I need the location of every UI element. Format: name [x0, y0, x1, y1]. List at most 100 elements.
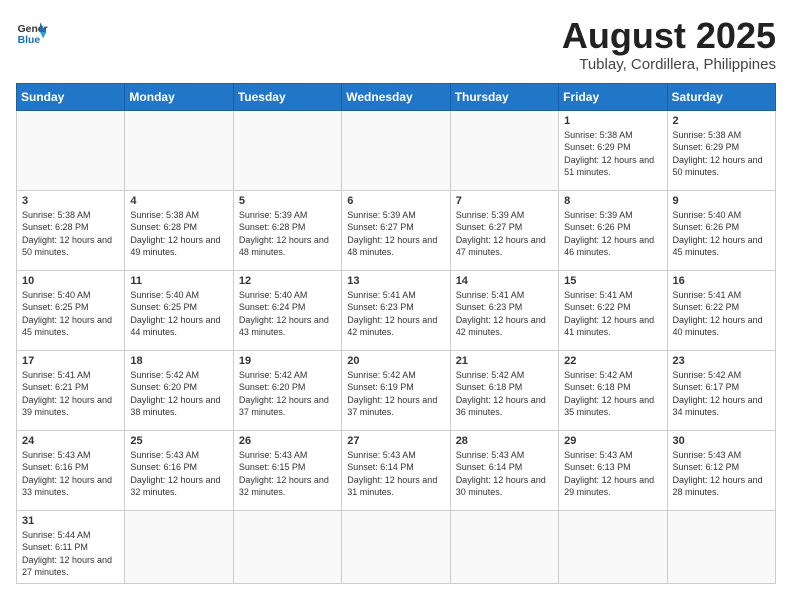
calendar-cell: 2Sunrise: 5:38 AM Sunset: 6:29 PM Daylig…: [667, 110, 775, 190]
day-number: 12: [239, 275, 336, 287]
day-info: Sunrise: 5:39 AM Sunset: 6:27 PM Dayligh…: [347, 209, 444, 259]
calendar-cell: 30 Sunrise: 5:43 AM Sunset: 6:12 PM Dayli…: [667, 430, 775, 510]
day-info: Sunrise: 5:43 AM Sunset: 6:16 PM Dayligh…: [130, 449, 227, 499]
weekday-header: Friday: [559, 83, 667, 110]
calendar-week-row: 17Sunrise: 5:41 AM Sunset: 6:21 PM Dayli…: [17, 350, 776, 430]
calendar-cell: 17Sunrise: 5:41 AM Sunset: 6:21 PM Dayli…: [17, 350, 125, 430]
day-number: 11: [130, 275, 227, 287]
day-number: 28: [456, 435, 553, 447]
day-info: Sunrise: 5:38 AM Sunset: 6:28 PM Dayligh…: [22, 209, 119, 259]
weekday-header: Monday: [125, 83, 233, 110]
day-info: Sunrise: 5:43 AM Sunset: 6:13 PM Dayligh…: [564, 449, 661, 499]
calendar-cell: 13 Sunrise: 5:41 AM Sunset: 6:23 PM Dayli…: [342, 270, 450, 350]
calendar-cell: 8Sunrise: 5:39 AM Sunset: 6:26 PM Daylig…: [559, 190, 667, 270]
calendar-cell: 27 Sunrise: 5:43 AM Sunset: 6:14 PM Dayli…: [342, 430, 450, 510]
day-info: Sunrise: 5:40 AM Sunset: 6:26 PM Dayligh…: [673, 209, 770, 259]
calendar-cell: 1 Sunrise: 5:38 AM Sunset: 6:29 PM Daylig…: [559, 110, 667, 190]
day-number: 14: [456, 275, 553, 287]
weekday-header: Wednesday: [342, 83, 450, 110]
day-info: Sunrise: 5:42 AM Sunset: 6:18 PM Dayligh…: [456, 369, 553, 419]
day-info: Sunrise: 5:42 AM Sunset: 6:20 PM Dayligh…: [130, 369, 227, 419]
calendar-cell: 21Sunrise: 5:42 AM Sunset: 6:18 PM Dayli…: [450, 350, 558, 430]
calendar-week-row: 1 Sunrise: 5:38 AM Sunset: 6:29 PM Daylig…: [17, 110, 776, 190]
day-number: 1: [564, 115, 661, 127]
weekday-header: Tuesday: [233, 83, 341, 110]
day-number: 3: [22, 195, 119, 207]
day-number: 22: [564, 355, 661, 367]
day-number: 30: [673, 435, 770, 447]
calendar-cell: [342, 110, 450, 190]
calendar-cell: 24Sunrise: 5:43 AM Sunset: 6:16 PM Dayli…: [17, 430, 125, 510]
calendar-cell: 5 Sunrise: 5:39 AM Sunset: 6:28 PM Daylig…: [233, 190, 341, 270]
day-number: 13: [347, 275, 444, 287]
calendar-cell: 29Sunrise: 5:43 AM Sunset: 6:13 PM Dayli…: [559, 430, 667, 510]
calendar-cell: [17, 110, 125, 190]
day-number: 26: [239, 435, 336, 447]
weekday-header: Sunday: [17, 83, 125, 110]
day-info: Sunrise: 5:44 AM Sunset: 6:11 PM Dayligh…: [22, 529, 119, 579]
calendar-cell: 9 Sunrise: 5:40 AM Sunset: 6:26 PM Daylig…: [667, 190, 775, 270]
day-info: Sunrise: 5:39 AM Sunset: 6:28 PM Dayligh…: [239, 209, 336, 259]
svg-text:Blue: Blue: [18, 35, 41, 46]
calendar-cell: 14 Sunrise: 5:41 AM Sunset: 6:23 PM Dayli…: [450, 270, 558, 350]
day-info: Sunrise: 5:40 AM Sunset: 6:25 PM Dayligh…: [130, 289, 227, 339]
day-info: Sunrise: 5:42 AM Sunset: 6:20 PM Dayligh…: [239, 369, 336, 419]
calendar-cell: [450, 110, 558, 190]
day-number: 8: [564, 195, 661, 207]
calendar-week-row: 24 Sunrise: 5:43 AM Sunset: 6:16 PM Dayli…: [17, 430, 776, 510]
calendar-cell: [559, 510, 667, 583]
calendar-cell: 19 Sunrise: 5:42 AM Sunset: 6:20 PM Dayli…: [233, 350, 341, 430]
calendar-cell: 12 Sunrise: 5:40 AM Sunset: 6:24 PM Dayli…: [233, 270, 341, 350]
weekday-header: Thursday: [450, 83, 558, 110]
calendar-cell: 22Sunrise: 5:42 AM Sunset: 6:18 PM Dayli…: [559, 350, 667, 430]
calendar-cell: [450, 510, 558, 583]
day-number: 16: [673, 275, 770, 287]
logo-icon: General Blue: [16, 16, 48, 48]
calendar-cell: 10 Sunrise: 5:40 AM Sunset: 6:25 PM Dayli…: [17, 270, 125, 350]
calendar-week-row: 10 Sunrise: 5:40 AM Sunset: 6:25 PM Dayli…: [17, 270, 776, 350]
calendar-cell: 15Sunrise: 5:41 AM Sunset: 6:22 PM Dayli…: [559, 270, 667, 350]
title-block: August 2025 Tublay, Cordillera, Philippi…: [562, 16, 776, 73]
day-number: 24: [22, 435, 119, 447]
page-title: August 2025: [562, 16, 776, 56]
day-number: 9: [673, 195, 770, 207]
calendar-cell: 20 Sunrise: 5:42 AM Sunset: 6:19 PM Dayli…: [342, 350, 450, 430]
day-info: Sunrise: 5:40 AM Sunset: 6:25 PM Dayligh…: [22, 289, 119, 339]
calendar-cell: 28 Sunrise: 5:43 AM Sunset: 6:14 PM Dayli…: [450, 430, 558, 510]
calendar-cell: 31Sunrise: 5:44 AM Sunset: 6:11 PM Dayli…: [17, 510, 125, 583]
calendar-cell: 26Sunrise: 5:43 AM Sunset: 6:15 PM Dayli…: [233, 430, 341, 510]
day-info: Sunrise: 5:38 AM Sunset: 6:29 PM Dayligh…: [673, 129, 770, 179]
calendar-cell: 25 Sunrise: 5:43 AM Sunset: 6:16 PM Dayli…: [125, 430, 233, 510]
day-number: 27: [347, 435, 444, 447]
day-info: Sunrise: 5:41 AM Sunset: 6:23 PM Dayligh…: [347, 289, 444, 339]
calendar-cell: [667, 510, 775, 583]
calendar-cell: [125, 510, 233, 583]
page-subtitle: Tublay, Cordillera, Philippines: [562, 56, 776, 73]
calendar-table: SundayMondayTuesdayWednesdayThursdayFrid…: [16, 83, 776, 584]
day-info: Sunrise: 5:41 AM Sunset: 6:22 PM Dayligh…: [673, 289, 770, 339]
logo: General Blue: [16, 16, 48, 48]
day-info: Sunrise: 5:43 AM Sunset: 6:12 PM Dayligh…: [673, 449, 770, 499]
day-info: Sunrise: 5:43 AM Sunset: 6:14 PM Dayligh…: [347, 449, 444, 499]
day-info: Sunrise: 5:40 AM Sunset: 6:24 PM Dayligh…: [239, 289, 336, 339]
weekday-header: Saturday: [667, 83, 775, 110]
day-number: 20: [347, 355, 444, 367]
day-number: 5: [239, 195, 336, 207]
day-number: 19: [239, 355, 336, 367]
calendar-cell: 11 Sunrise: 5:40 AM Sunset: 6:25 PM Dayli…: [125, 270, 233, 350]
calendar-cell: [342, 510, 450, 583]
day-info: Sunrise: 5:38 AM Sunset: 6:29 PM Dayligh…: [564, 129, 661, 179]
day-number: 7: [456, 195, 553, 207]
day-number: 6: [347, 195, 444, 207]
day-info: Sunrise: 5:43 AM Sunset: 6:14 PM Dayligh…: [456, 449, 553, 499]
calendar-cell: [233, 110, 341, 190]
calendar-cell: 23Sunrise: 5:42 AM Sunset: 6:17 PM Dayli…: [667, 350, 775, 430]
day-number: 25: [130, 435, 227, 447]
calendar-cell: 6 Sunrise: 5:39 AM Sunset: 6:27 PM Daylig…: [342, 190, 450, 270]
calendar-cell: 18Sunrise: 5:42 AM Sunset: 6:20 PM Dayli…: [125, 350, 233, 430]
day-number: 15: [564, 275, 661, 287]
day-info: Sunrise: 5:41 AM Sunset: 6:23 PM Dayligh…: [456, 289, 553, 339]
day-info: Sunrise: 5:42 AM Sunset: 6:19 PM Dayligh…: [347, 369, 444, 419]
page-header: General Blue August 2025 Tublay, Cordill…: [16, 16, 776, 73]
day-number: 10: [22, 275, 119, 287]
